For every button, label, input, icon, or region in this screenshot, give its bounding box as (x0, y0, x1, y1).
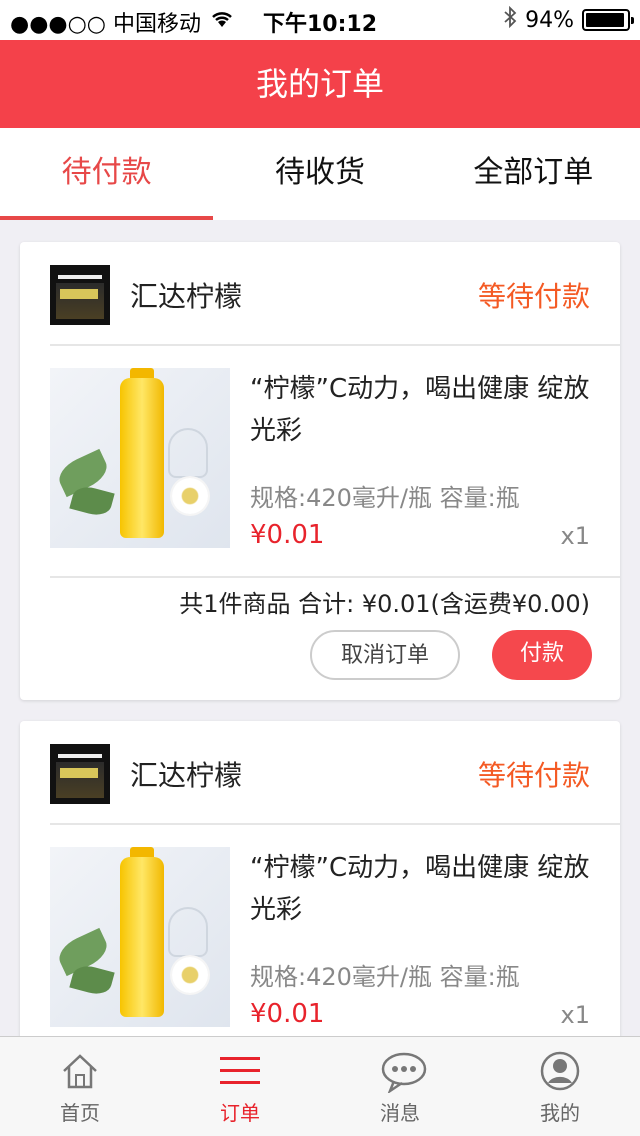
product-quantity: x1 (560, 522, 590, 550)
product-item[interactable]: “柠檬”C动力，喝出健康 绽放光彩 规格:420毫升/瓶 容量:瓶 ¥0.01 … (50, 368, 590, 550)
product-image (50, 847, 230, 1027)
product-spec: 规格:420毫升/瓶 容量:瓶 (250, 963, 520, 991)
tab-pending-payment[interactable]: 待付款 (0, 128, 214, 220)
tabbar-label: 首页 (60, 1101, 100, 1125)
order-status: 等待付款 (477, 280, 590, 313)
divider (50, 823, 620, 825)
bluetooth-icon (503, 5, 517, 34)
home-icon (60, 1051, 100, 1091)
divider (50, 344, 620, 346)
tabbar-label: 消息 (380, 1101, 420, 1125)
store-logo (50, 744, 110, 804)
product-title: “柠檬”C动力，喝出健康 绽放光彩 (250, 853, 590, 925)
store-logo (50, 265, 110, 325)
product-price: ¥0.01 (250, 520, 325, 550)
tabbar-item-home[interactable]: 首页 (0, 1037, 160, 1136)
product-image (50, 368, 230, 548)
product-quantity: x1 (560, 1001, 590, 1029)
bottom-tab-bar: 首页 订单 消息 我的 (0, 1036, 640, 1136)
pay-button[interactable]: 付款 (492, 630, 592, 680)
battery-percent: 94% (525, 7, 574, 33)
menu-icon (220, 1051, 260, 1091)
order-tabs: 待付款 待收货 全部订单 (0, 128, 640, 220)
product-title: “柠檬”C动力，喝出健康 绽放光彩 (250, 374, 590, 446)
divider (50, 576, 620, 578)
page-title: 我的订单 (0, 40, 640, 128)
product-price: ¥0.01 (250, 999, 325, 1029)
user-icon (540, 1051, 580, 1091)
battery-icon (582, 9, 634, 31)
store-name: 汇达柠檬 (130, 759, 243, 792)
tabbar-item-orders[interactable]: 订单 (160, 1037, 320, 1136)
product-item[interactable]: “柠檬”C动力，喝出健康 绽放光彩 规格:420毫升/瓶 容量:瓶 ¥0.01 … (50, 847, 590, 1029)
order-summary: 共1件商品 合计: ¥0.01(含运费¥0.00) (179, 590, 590, 618)
status-bar: ●●●○○ 中国移动 下午10:12 94% (0, 0, 640, 40)
chat-icon (380, 1051, 427, 1095)
store-name: 汇达柠檬 (130, 280, 243, 313)
tabbar-item-messages[interactable]: 消息 (320, 1037, 480, 1136)
tabbar-label: 我的 (540, 1101, 580, 1125)
order-card[interactable]: 汇达柠檬 等待付款 “柠檬”C动力，喝出健康 绽放光彩 规格:420毫升/瓶 容… (20, 721, 620, 1061)
tabbar-label: 订单 (220, 1101, 260, 1125)
order-status: 等待付款 (477, 759, 590, 792)
cancel-order-button[interactable]: 取消订单 (310, 630, 460, 680)
tabbar-item-profile[interactable]: 我的 (480, 1037, 640, 1136)
product-spec: 规格:420毫升/瓶 容量:瓶 (250, 484, 520, 512)
order-card[interactable]: 汇达柠檬 等待付款 “柠檬”C动力，喝出健康 绽放光彩 规格:420毫升/瓶 容… (20, 242, 620, 700)
tab-pending-receipt[interactable]: 待收货 (213, 128, 426, 220)
tab-all-orders[interactable]: 全部订单 (427, 128, 640, 220)
